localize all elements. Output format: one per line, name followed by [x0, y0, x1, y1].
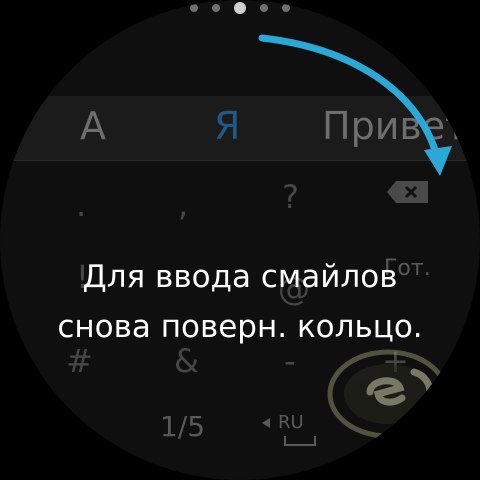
watch-screen: А Я Привет . , ? ! @ Гот. # & - + 1/5 RU…	[0, 0, 480, 480]
watermark-logo	[327, 349, 449, 439]
